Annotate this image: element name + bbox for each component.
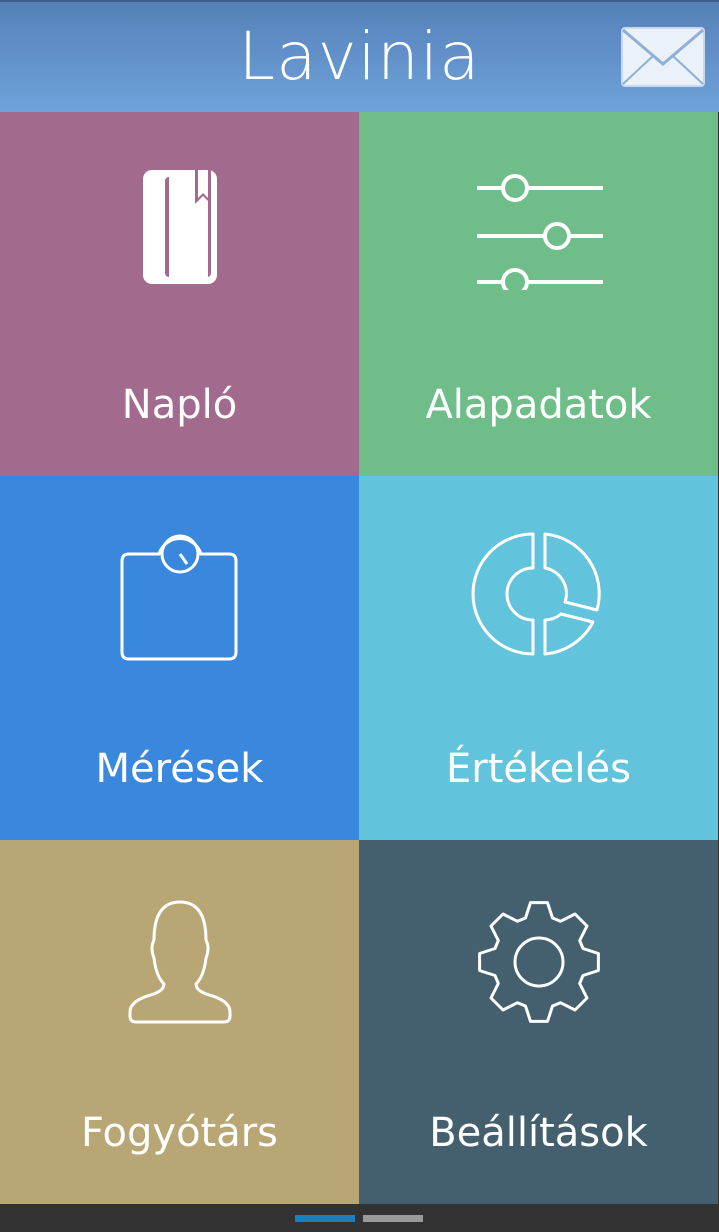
tile-naplo[interactable]: Napló [0,112,359,476]
page-indicator-inactive[interactable] [363,1215,423,1222]
tile-label: Fogyótárs [80,1110,279,1156]
app-title: Lavinia [238,18,481,95]
tile-label: Mérések [95,746,264,792]
tile-label: Beállítások [429,1110,648,1156]
gear-icon [477,901,600,1023]
donut-chart-icon [471,532,601,656]
weighing-scale-icon [120,534,237,661]
tile-beallitasok[interactable]: Beállítások [359,840,718,1204]
diary-book-icon [142,168,217,284]
envelope-icon [621,27,705,87]
tile-fogyotars[interactable]: Fogyótárs [0,840,359,1204]
user-icon [128,900,231,1024]
sliders-icon [476,174,603,290]
tile-label: Értékelés [446,746,631,792]
menu-grid: Napló Alapadatok Mérések Értékelés Fogyó… [0,112,719,1204]
tile-meresek[interactable]: Mérések [0,476,359,840]
page-indicator [0,1204,719,1232]
tile-label: Napló [121,382,238,428]
page-indicator-active[interactable] [295,1215,355,1222]
mail-button[interactable] [620,26,706,88]
tile-alapadatok[interactable]: Alapadatok [359,112,718,476]
tile-label: Alapadatok [425,382,652,428]
tile-ertekeles[interactable]: Értékelés [359,476,718,840]
app-header: Lavinia [0,0,719,112]
